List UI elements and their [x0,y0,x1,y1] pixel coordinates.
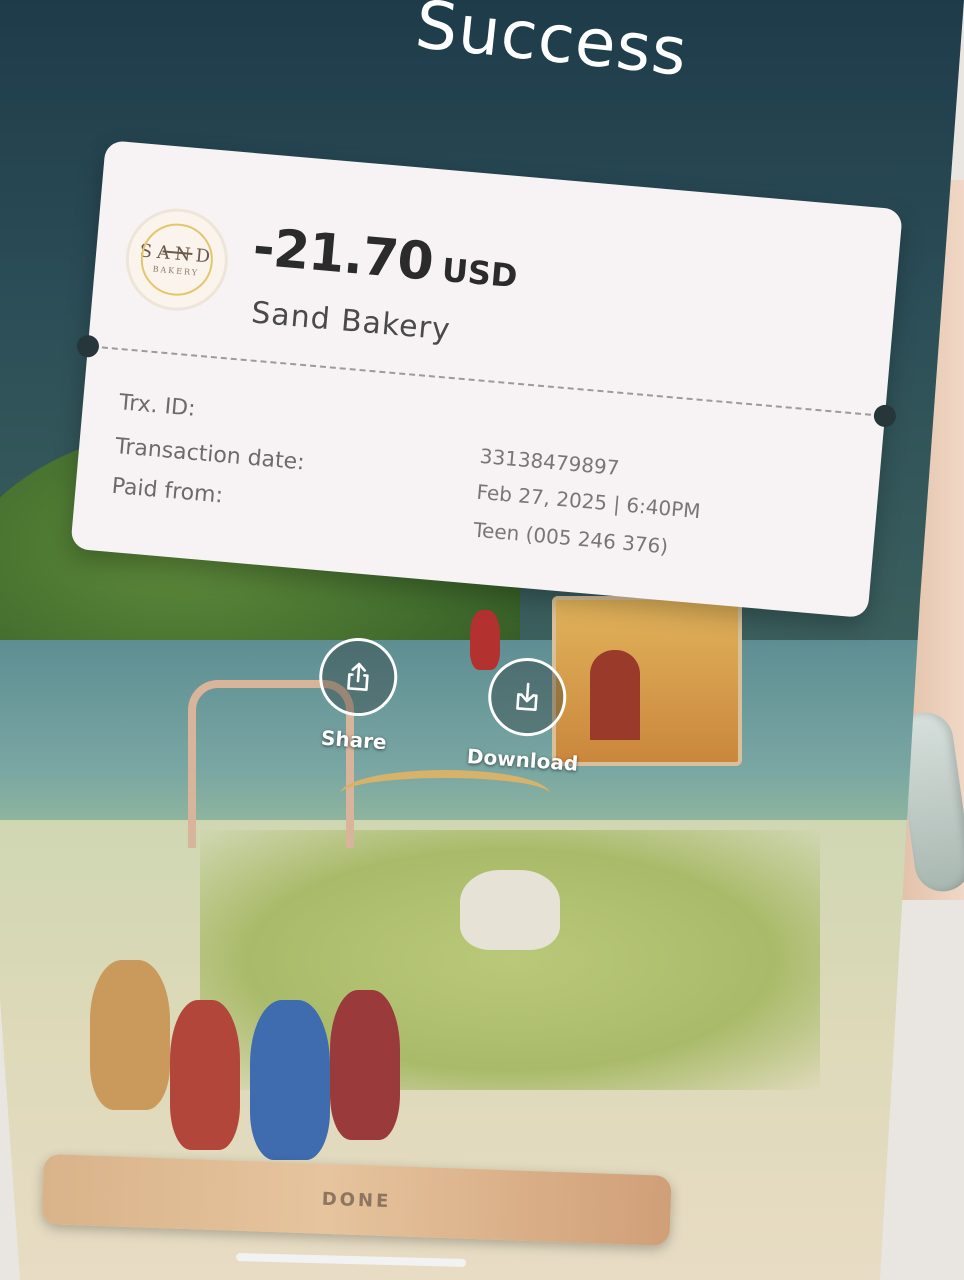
wallpaper-figure [330,990,400,1140]
amount: -21.70 USD [251,217,521,300]
paid-from-label: Paid from: [110,473,224,509]
wallpaper-figure [250,1000,330,1160]
wallpaper-figure [170,1000,240,1150]
share-button[interactable]: Share [314,635,400,754]
share-icon [347,662,369,691]
amount-currency: USD [440,250,519,296]
wallpaper-temple-door [590,650,640,740]
logo-whisk-icon [162,228,195,255]
paid-from-value: Teen (005 246 376) [472,517,670,559]
merchant-logo: SAND BAKERY [121,204,233,315]
wallpaper-figure [460,870,560,950]
wallpaper-figure [90,960,170,1110]
done-label: DONE [321,1188,392,1212]
receipt-card: SAND BAKERY -21.70 USD Sand Bakery Trx. I… [70,140,903,619]
transaction-date-label: Transaction date: [114,434,306,476]
phone-screen: Success SAND BAKERY -21.70 USD Sand Baker… [0,0,964,1280]
download-circle[interactable] [485,655,569,739]
wallpaper-bridge [340,770,550,818]
amount-value: -21.70 [250,217,436,293]
download-button[interactable]: Download [466,654,585,776]
trx-id-label: Trx. ID: [118,390,197,422]
download-icon [515,682,538,711]
transaction-date-value: Feb 27, 2025 | 6:40PM [475,479,702,524]
trx-id-value[interactable]: 33138479897 [479,444,621,480]
ticket-divider [101,346,872,416]
merchant-name: Sand Bakery [249,295,453,348]
share-circle[interactable] [316,635,400,719]
